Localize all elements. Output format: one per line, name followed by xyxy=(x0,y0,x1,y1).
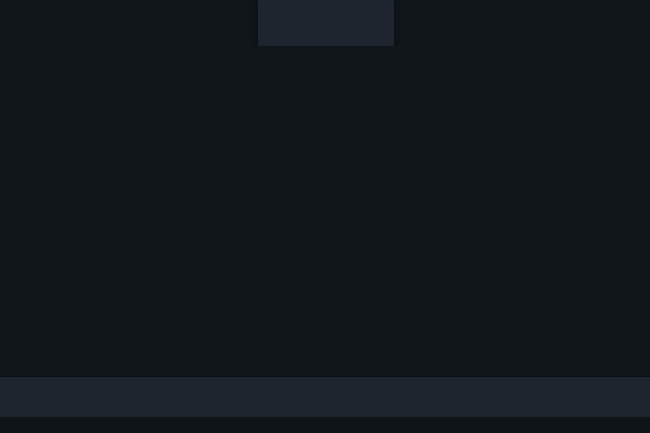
bottom-bar xyxy=(0,377,650,417)
bottom-edge-strip xyxy=(0,417,650,433)
top-floating-panel xyxy=(258,0,394,46)
app-screen xyxy=(0,0,650,433)
main-content-area xyxy=(0,46,650,377)
